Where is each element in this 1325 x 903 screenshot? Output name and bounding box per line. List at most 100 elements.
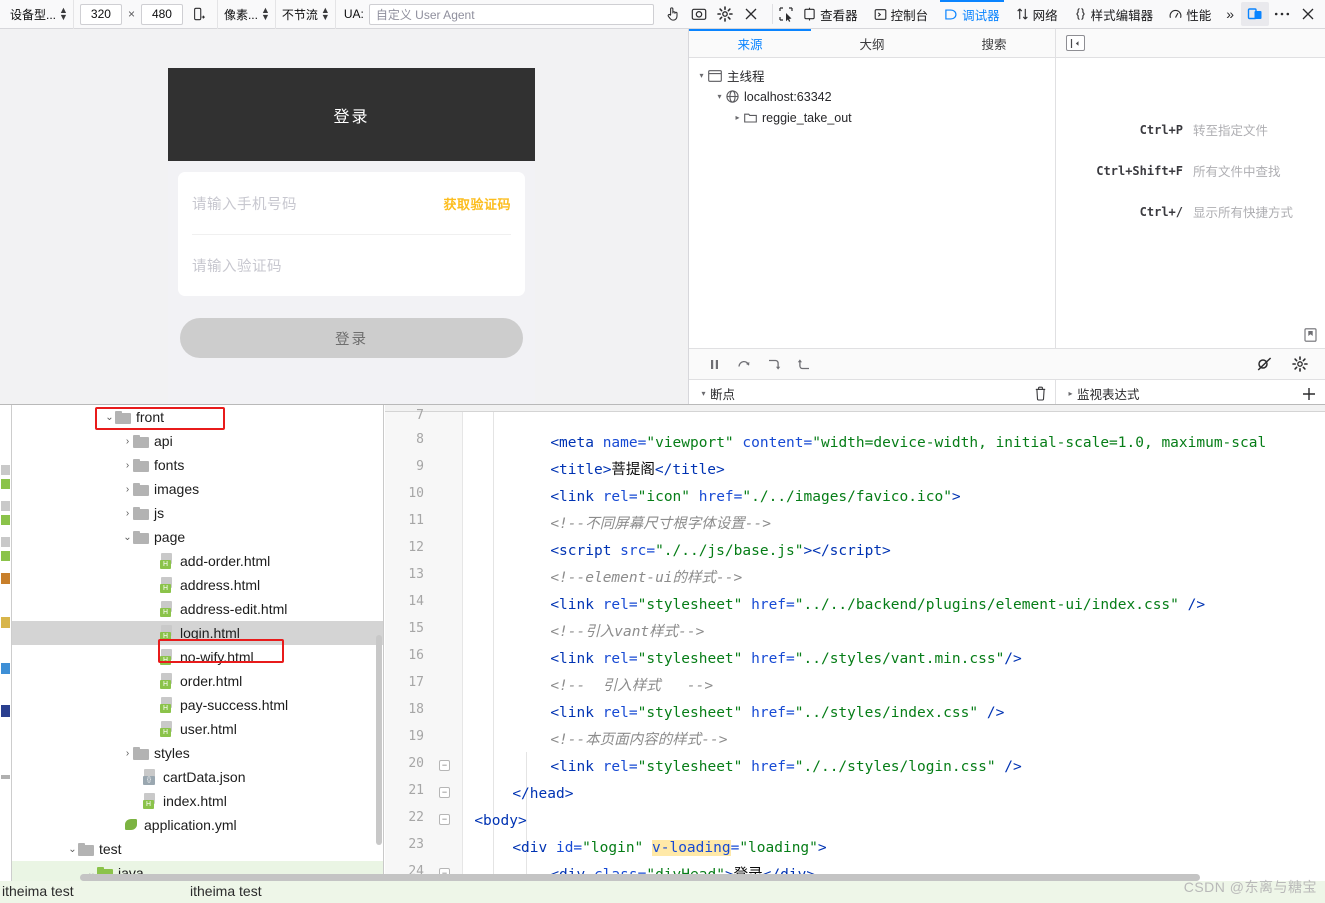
tree-row-order-html[interactable]: order.html [12, 669, 383, 693]
collapse-pane-icon[interactable] [1066, 35, 1085, 51]
tree-row-api[interactable]: › api [12, 429, 383, 453]
tree-row-styles[interactable]: › styles [12, 741, 383, 765]
step-out-icon[interactable] [789, 351, 819, 377]
line-number: 7 [416, 408, 424, 423]
tree-item-localhost[interactable]: ▾ localhost:63342 [689, 86, 1055, 107]
user-agent-input[interactable]: 自定义 User Agent [368, 3, 654, 25]
file-label: address-edit.html [180, 601, 288, 617]
close-devtools-icon[interactable] [1295, 1, 1321, 27]
tree-row-application-yml[interactable]: application.yml [12, 813, 383, 837]
twisty-icon[interactable]: ▾ [713, 92, 726, 101]
tree-row-add-order-html[interactable]: add-order.html [12, 549, 383, 573]
device-type-select[interactable]: 设备型... ▲ ▼ [4, 0, 74, 29]
code-text[interactable]: <meta name="viewport" content="width=dev… [463, 412, 1325, 903]
fold-toggle-icon[interactable]: − [439, 814, 450, 825]
fold-toggle-icon[interactable]: − [439, 787, 450, 798]
tab-debugger[interactable]: 调试器 [936, 0, 1008, 29]
breakpoints-section[interactable]: ▾ 断点 [689, 380, 1056, 407]
tab-style-editor[interactable]: 样式编辑器 [1066, 0, 1162, 29]
trash-icon[interactable] [1034, 386, 1047, 401]
tree-row-test[interactable]: ⌄ test [12, 837, 383, 861]
tree-row-user-html[interactable]: user.html [12, 717, 383, 741]
tab-network[interactable]: 网络 [1008, 0, 1066, 29]
touch-simulation-icon[interactable] [660, 1, 686, 27]
shortcut-key: Ctrl+P [1139, 122, 1183, 137]
tree-row-index-html[interactable]: index.html [12, 789, 383, 813]
tree-row-fonts[interactable]: › fonts [12, 453, 383, 477]
close-icon[interactable] [738, 1, 764, 27]
devtools-panel-tabs: 查看器 控制台 调试器 网络 样式编辑器 性能 » [795, 0, 1241, 29]
phone-field-row[interactable]: 请输入手机号码 获取验证码 [192, 172, 511, 234]
disable-breakpoints-icon[interactable] [1249, 351, 1279, 377]
tree-row-no-wify-html[interactable]: no-wify.html [12, 645, 383, 669]
twisty-icon[interactable]: ▸ [731, 113, 744, 122]
twisty-icon[interactable]: ▾ [695, 71, 708, 80]
tab-performance[interactable]: 性能 [1161, 0, 1219, 29]
shortcut-desc: 所有文件中查找 [1193, 165, 1281, 179]
project-scrollbar[interactable] [376, 635, 382, 845]
tab-outline[interactable]: 大纲 [811, 29, 933, 57]
tab-console[interactable]: 控制台 [866, 0, 937, 29]
twisty-icon[interactable]: › [122, 748, 133, 759]
viewport-height-input[interactable]: 480 [140, 3, 183, 25]
chevron-double-right-icon[interactable]: » [1219, 6, 1241, 22]
shortcut-desc: 显示所有快捷方式 [1193, 206, 1294, 220]
tab-search[interactable]: 搜索 [933, 29, 1055, 57]
twisty-icon[interactable]: › [122, 508, 133, 519]
gear-icon[interactable] [1285, 351, 1315, 377]
tree-item-reggie-take-out[interactable]: ▸ reggie_take_out [689, 107, 1055, 128]
twisty-icon[interactable]: ▾ [697, 389, 710, 398]
step-over-icon[interactable] [729, 351, 759, 377]
user-agent-label: UA: [343, 7, 364, 21]
twisty-icon[interactable]: ▸ [1064, 389, 1077, 398]
dpr-select[interactable]: 像素... ▲ ▼ [218, 0, 276, 29]
editor-horizontal-scrollbar[interactable] [80, 874, 1200, 881]
tree-row-pay-success-html[interactable]: pay-success.html [12, 693, 383, 717]
rotate-viewport-icon[interactable] [186, 1, 212, 27]
tree-row-address-edit-html[interactable]: address-edit.html [12, 597, 383, 621]
responsive-design-mode-icon[interactable] [1241, 2, 1269, 26]
throttling-select[interactable]: 不节流 ▲ ▼ [276, 0, 336, 29]
viewport-width-input[interactable]: 320 [79, 3, 122, 25]
phone-input[interactable]: 请输入手机号码 [192, 193, 297, 214]
folder-icon [133, 746, 149, 760]
code-field-row[interactable]: 请输入验证码 [192, 234, 511, 296]
twisty-icon[interactable]: ⌄ [104, 412, 115, 423]
twisty-icon[interactable]: ⌄ [67, 844, 78, 855]
tree-row-images[interactable]: › images [12, 477, 383, 501]
bookmark-icon[interactable] [1304, 328, 1317, 342]
tree-item-label: 主线程 [727, 70, 765, 84]
watch-expressions-section[interactable]: ▸ 监视表达式 [1056, 380, 1325, 407]
camera-icon[interactable] [686, 1, 712, 27]
login-submit-button[interactable]: 登录 [180, 318, 523, 358]
tree-row-front[interactable]: ⌄ front [12, 405, 383, 429]
tree-item-main-thread[interactable]: ▾ 主线程 [689, 65, 1055, 86]
twisty-icon[interactable]: ⌄ [122, 532, 133, 543]
get-code-button[interactable]: 获取验证码 [443, 194, 511, 213]
shortcut-row: Ctrl+Shift+F 所有文件中查找 [1056, 161, 1313, 180]
tab-inspector[interactable]: 查看器 [795, 0, 866, 29]
gear-icon[interactable] [712, 1, 738, 27]
more-options-icon[interactable] [1269, 1, 1295, 27]
twisty-icon[interactable]: › [122, 484, 133, 495]
shortcut-row: Ctrl+/ 显示所有快捷方式 [1056, 202, 1313, 221]
tree-item-label: localhost:63342 [744, 89, 832, 104]
folder-icon [133, 458, 149, 472]
tree-row-js[interactable]: › js [12, 501, 383, 525]
tab-sources[interactable]: 来源 [689, 29, 811, 57]
tab-inspector-label: 查看器 [820, 8, 858, 23]
twisty-icon[interactable]: › [122, 436, 133, 447]
thread-icon [708, 69, 722, 82]
fold-toggle-icon[interactable]: − [439, 760, 450, 771]
pause-resume-icon[interactable] [699, 351, 729, 377]
step-in-icon[interactable] [759, 351, 789, 377]
code-input[interactable]: 请输入验证码 [192, 255, 282, 276]
plus-icon[interactable] [1301, 386, 1317, 402]
code-editor: 7 8 9 10 11 12 13 14 15 16 17 18 19 20 2… [385, 405, 1325, 903]
tree-row-page[interactable]: ⌄ page [12, 525, 383, 549]
tree-row-address-html[interactable]: address.html [12, 573, 383, 597]
tree-row-cartdata-json[interactable]: cartData.json [12, 765, 383, 789]
tree-row-login-html[interactable]: login.html [12, 621, 383, 645]
element-picker-icon[interactable] [777, 1, 796, 27]
twisty-icon[interactable]: › [122, 460, 133, 471]
